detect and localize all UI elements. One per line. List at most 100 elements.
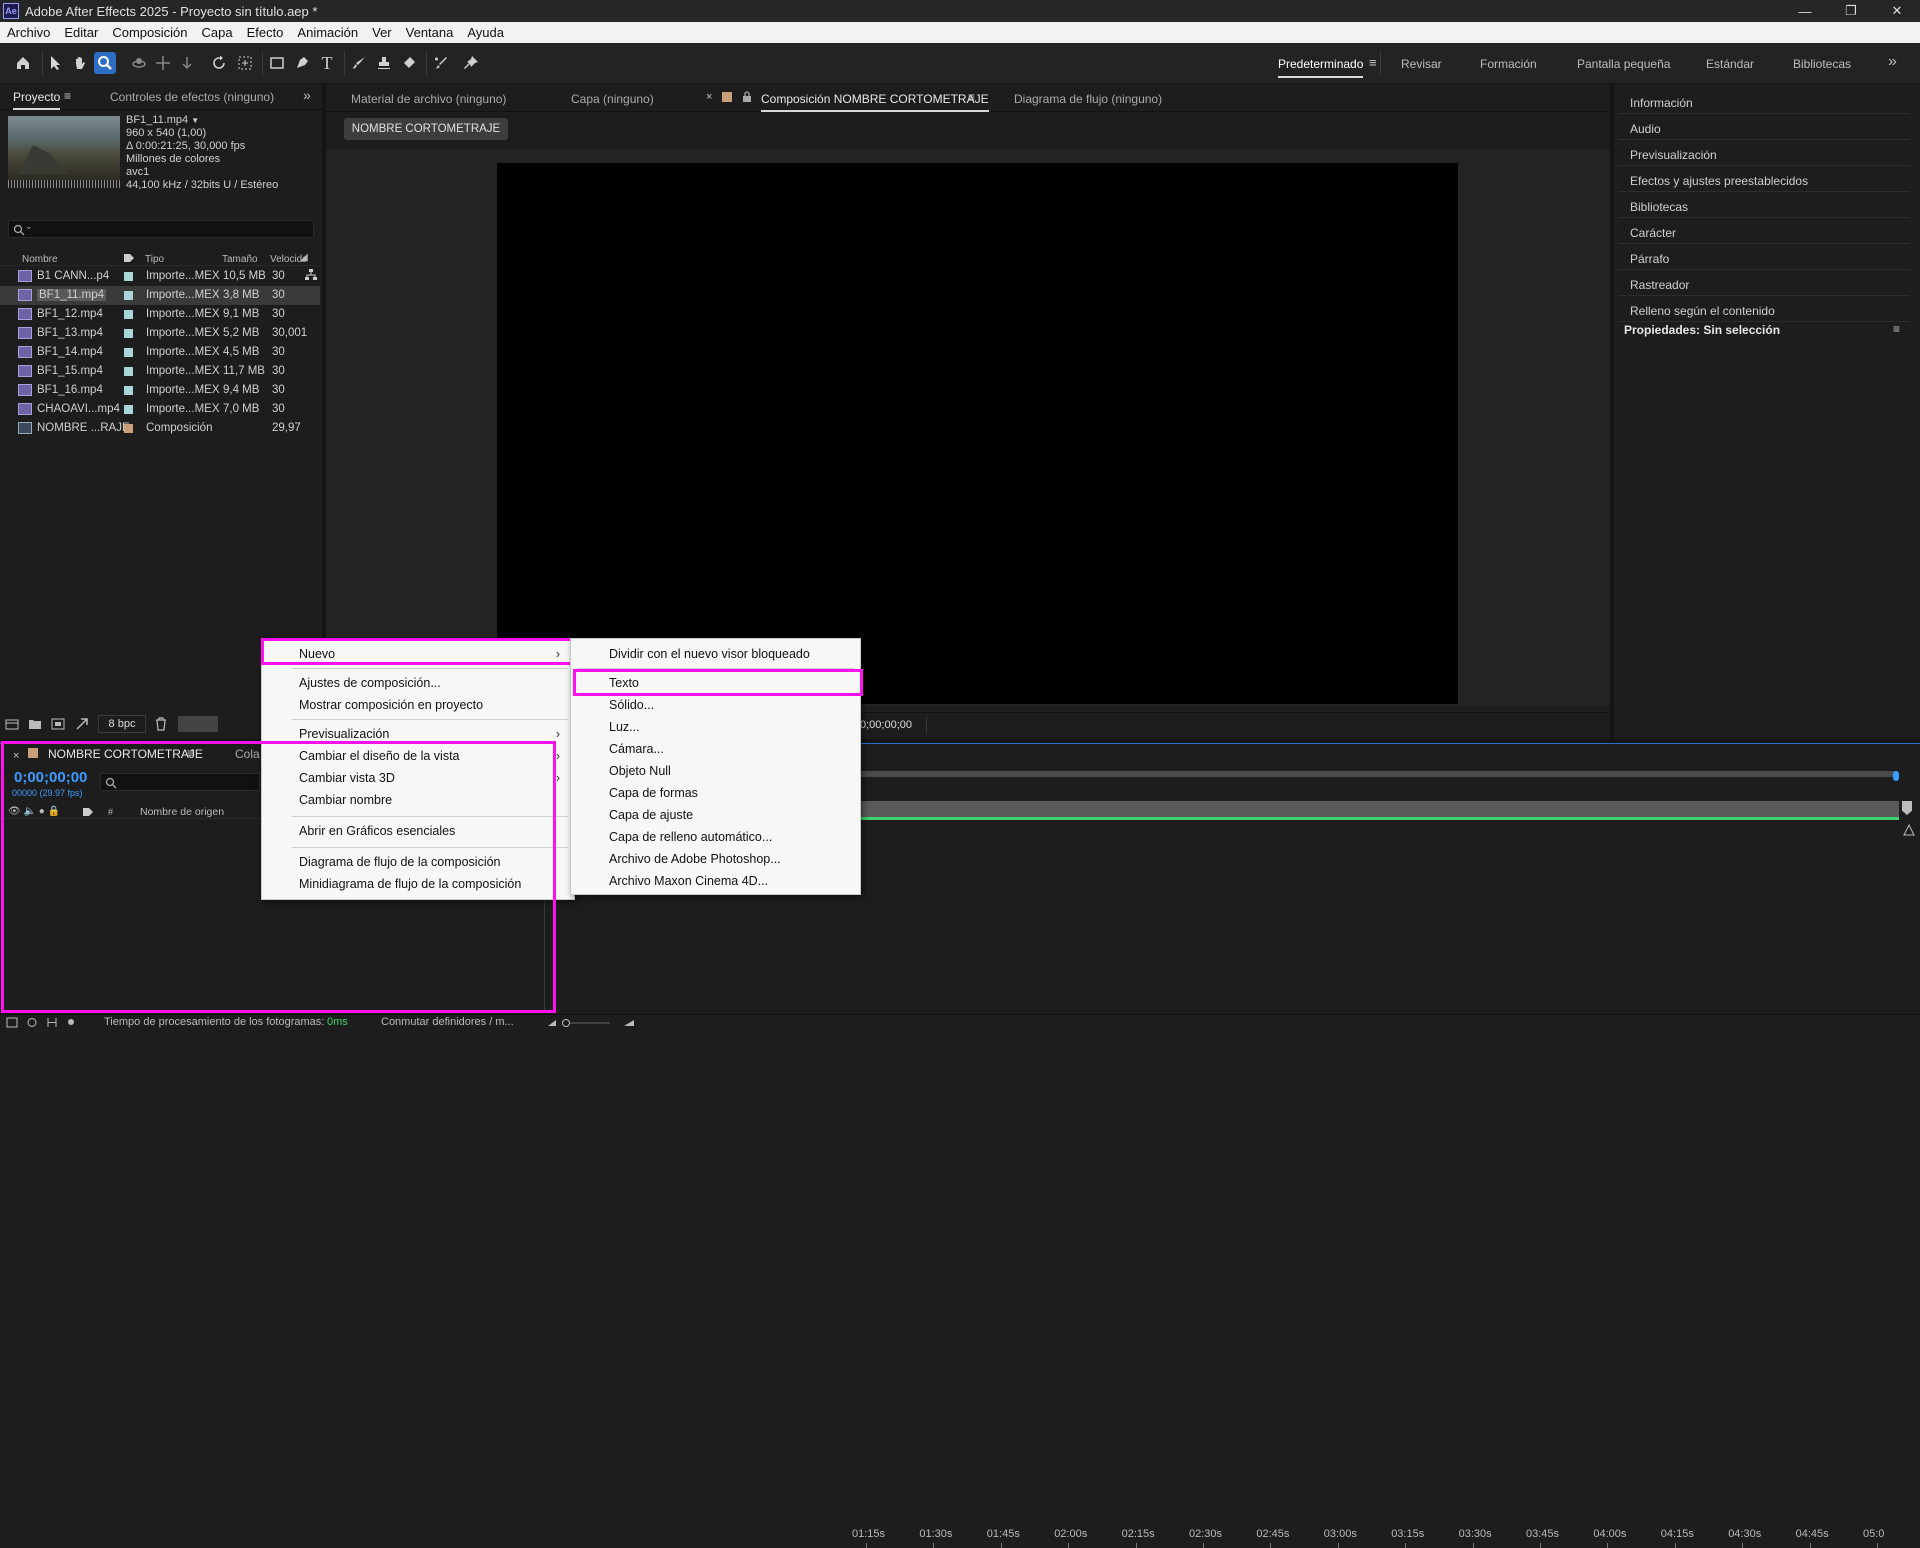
maximize-button[interactable]: ❐ — [1828, 0, 1874, 22]
tab-controles-efectos[interactable]: Controles de efectos (ninguno) — [110, 90, 274, 104]
submenu-camara[interactable]: Cámara... — [571, 738, 860, 760]
menu-archivo[interactable]: Archivo — [0, 25, 57, 40]
panel-menu-icon[interactable]: ≡ — [64, 89, 71, 103]
tab-capa[interactable]: Capa (ninguno) — [571, 92, 654, 106]
new-composition-icon[interactable] — [51, 718, 65, 730]
render-queue-icon[interactable] — [75, 717, 89, 731]
workspace-revisar[interactable]: Revisar — [1401, 57, 1442, 71]
label-color-swatch[interactable] — [124, 272, 133, 281]
toggle-switches-modes-button[interactable]: Conmutar definidores / m... — [381, 1016, 514, 1028]
label-color-swatch[interactable] — [124, 329, 133, 338]
submenu-dividir-visor[interactable]: Dividir con el nuevo visor bloqueado — [571, 643, 860, 665]
project-scroll-thumb[interactable] — [178, 716, 218, 732]
dropdown-arrow-icon[interactable]: ▼ — [191, 116, 199, 125]
submenu-capa-relleno[interactable]: Capa de relleno automático... — [571, 826, 860, 848]
properties-menu-icon[interactable]: ≡ — [1893, 322, 1900, 336]
label-color-swatch[interactable] — [124, 310, 133, 319]
brush-icon[interactable] — [348, 52, 370, 74]
menu-animacion[interactable]: Animación — [290, 25, 365, 40]
puppet-pin-icon[interactable] — [460, 52, 482, 74]
column-tamano[interactable]: Tamaño — [222, 254, 258, 265]
trash-icon[interactable] — [155, 717, 167, 731]
eraser-icon[interactable] — [398, 52, 420, 74]
close-button[interactable]: ✕ — [1874, 0, 1920, 22]
transfer-controls-icon[interactable] — [26, 1017, 38, 1028]
submenu-objeto-null[interactable]: Objeto Null — [571, 760, 860, 782]
rotate-icon[interactable] — [208, 52, 230, 74]
orbit-icon[interactable] — [128, 52, 150, 74]
workspace-predeterminado[interactable]: Predeterminado — [1278, 57, 1364, 78]
menu-ventana[interactable]: Ventana — [399, 25, 461, 40]
project-item-row[interactable]: BF1_11.mp4 Importe...MEX 3,8 MB 30 — [0, 286, 320, 305]
menu-efecto[interactable]: Efecto — [240, 25, 291, 40]
workspace-estandar[interactable]: Estándar — [1706, 57, 1754, 71]
panel-item-rastreador[interactable]: Rastreador — [1630, 278, 1689, 292]
selection-arrow-icon[interactable] — [44, 52, 66, 74]
minimize-button[interactable]: — — [1782, 0, 1828, 22]
menu-item-ajustes-composicion[interactable]: Ajustes de composición... — [262, 672, 574, 694]
pan-behind-icon[interactable] — [234, 52, 256, 74]
tab-diagrama-flujo[interactable]: Diagrama de flujo (ninguno) — [1014, 92, 1162, 106]
comp-marker-icon[interactable] — [1902, 823, 1916, 837]
project-item-row[interactable]: BF1_14.mp4 Importe...MEX 4,5 MB 30 — [0, 343, 320, 362]
submenu-capa-formas[interactable]: Capa de formas — [571, 782, 860, 804]
comp-settings-icon[interactable] — [6, 1017, 18, 1028]
lock-icon[interactable] — [742, 91, 752, 103]
workspace-menu-icon[interactable]: ≡ — [1369, 55, 1377, 70]
tab-proyecto[interactable]: Proyecto — [13, 90, 61, 110]
pan-icon[interactable] — [152, 52, 174, 74]
zoom-icon[interactable] — [94, 52, 116, 74]
label-color-swatch[interactable] — [124, 386, 133, 395]
workspace-pantalla-pequena[interactable]: Pantalla pequeña — [1577, 57, 1670, 71]
project-item-row[interactable]: BF1_12.mp4 Importe...MEX 9,1 MB 30 — [0, 305, 320, 324]
clone-stamp-icon[interactable] — [373, 52, 395, 74]
menu-composicion[interactable]: Composición — [105, 25, 194, 40]
submenu-photoshop[interactable]: Archivo de Adobe Photoshop... — [571, 848, 860, 870]
composition-breadcrumb[interactable]: NOMBRE CORTOMETRAJE — [344, 118, 508, 140]
label-color-swatch[interactable] — [124, 405, 133, 414]
workspace-bibliotecas[interactable]: Bibliotecas — [1793, 57, 1851, 71]
label-column-icon[interactable] — [123, 253, 135, 263]
hand-icon[interactable] — [69, 52, 91, 74]
project-search-input[interactable]: ⌄ — [8, 220, 314, 238]
viewer-timecode[interactable]: 0;00;00;00 — [860, 719, 912, 731]
submenu-luz[interactable]: Luz... — [571, 716, 860, 738]
submenu-cinema4d[interactable]: Archivo Maxon Cinema 4D... — [571, 870, 860, 892]
panel-item-previsualizacion[interactable]: Previsualización — [1630, 148, 1717, 162]
tab-composicion-activa[interactable]: Composición NOMBRE CORTOMETRAJE — [761, 92, 989, 112]
project-item-row[interactable]: BF1_13.mp4 Importe...MEX 5,2 MB 30,001 — [0, 324, 320, 343]
menu-item-mostrar-en-proyecto[interactable]: Mostrar composición en proyecto — [262, 694, 574, 716]
tab-material-archivo[interactable]: Material de archivo (ninguno) — [351, 92, 506, 106]
new-folder-icon[interactable] — [28, 718, 42, 730]
work-area-end-handle[interactable] — [1893, 771, 1899, 781]
workspace-overflow-icon[interactable]: » — [1888, 53, 1897, 71]
bpc-button[interactable]: 8 bpc — [98, 715, 146, 733]
interpret-footage-icon[interactable] — [5, 718, 19, 730]
shy-layers-icon[interactable] — [64, 1017, 78, 1028]
time-navigator-end-icon[interactable] — [1902, 801, 1912, 815]
project-item-row[interactable]: BF1_16.mp4 Importe...MEX 9,4 MB 30 — [0, 381, 320, 400]
viewer-menu-icon[interactable]: ≡ — [968, 90, 975, 104]
panel-item-relleno-segun-el-contenido[interactable]: Relleno según el contenido — [1630, 304, 1775, 318]
panel-item-caracter[interactable]: Carácter — [1630, 226, 1676, 240]
label-color-swatch[interactable] — [124, 424, 133, 433]
home-icon[interactable] — [12, 52, 34, 74]
project-item-row[interactable]: NOMBRE ...RAJE Composición 29,97 — [0, 419, 320, 438]
dolly-icon[interactable] — [176, 52, 198, 74]
properties-header[interactable]: Propiedades: Sin selección — [1624, 323, 1780, 337]
column-sort-icon[interactable]: ◢ — [300, 252, 308, 263]
roto-brush-icon[interactable] — [430, 52, 452, 74]
submenu-solido[interactable]: Sólido... — [571, 694, 860, 716]
panel-overflow-icon[interactable]: » — [303, 87, 311, 103]
text-icon[interactable]: T — [316, 52, 338, 74]
panel-item-informacion[interactable]: Información — [1630, 96, 1693, 110]
panel-item-parrafo[interactable]: Párrafo — [1630, 252, 1669, 266]
menu-ver[interactable]: Ver — [365, 25, 399, 40]
menu-editar[interactable]: Editar — [57, 25, 105, 40]
close-tab-icon[interactable]: × — [706, 91, 712, 103]
zoom-slider[interactable] — [548, 1017, 634, 1027]
pen-icon[interactable] — [291, 52, 313, 74]
rectangle-icon[interactable] — [266, 52, 288, 74]
label-color-swatch[interactable] — [124, 367, 133, 376]
workspace-formacion[interactable]: Formación — [1480, 57, 1537, 71]
